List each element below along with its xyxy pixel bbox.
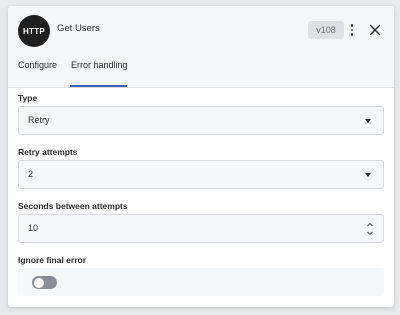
retry-attempts-label: Retry attempts — [18, 147, 78, 157]
number-stepper-icon[interactable] — [366, 220, 374, 238]
toggle-knob — [33, 277, 44, 288]
retry-attempts-value: 2 — [28, 169, 34, 179]
panel-header: HTTP Get Users v108 Configure Error hand… — [8, 6, 394, 88]
type-select-value: Retry — [28, 115, 50, 125]
seconds-between-value: 10 — [28, 223, 39, 233]
type-select[interactable]: Retry — [18, 106, 384, 135]
seconds-between-input[interactable]: 10 — [18, 214, 384, 243]
tab-error-handling[interactable]: Error handling — [71, 60, 128, 70]
active-tab-indicator — [70, 85, 127, 87]
http-logo-icon: HTTP — [18, 15, 50, 47]
version-badge[interactable]: v108 — [308, 21, 344, 39]
close-icon[interactable] — [367, 22, 383, 38]
ignore-final-error-label: Ignore final error — [18, 255, 87, 265]
chevron-down-icon — [365, 173, 371, 177]
tab-configure[interactable]: Configure — [18, 60, 57, 70]
ignore-final-error-toggle[interactable] — [32, 276, 57, 289]
node-settings-panel: HTTP Get Users v108 Configure Error hand… — [8, 6, 394, 307]
retry-attempts-select[interactable]: 2 — [18, 160, 384, 189]
seconds-between-label: Seconds between attempts — [18, 201, 128, 211]
chevron-down-icon — [365, 119, 371, 123]
more-vertical-icon[interactable] — [346, 20, 358, 40]
type-label: Type — [18, 93, 38, 103]
ignore-final-error-row — [18, 268, 384, 296]
node-title: Get Users — [57, 23, 100, 34]
